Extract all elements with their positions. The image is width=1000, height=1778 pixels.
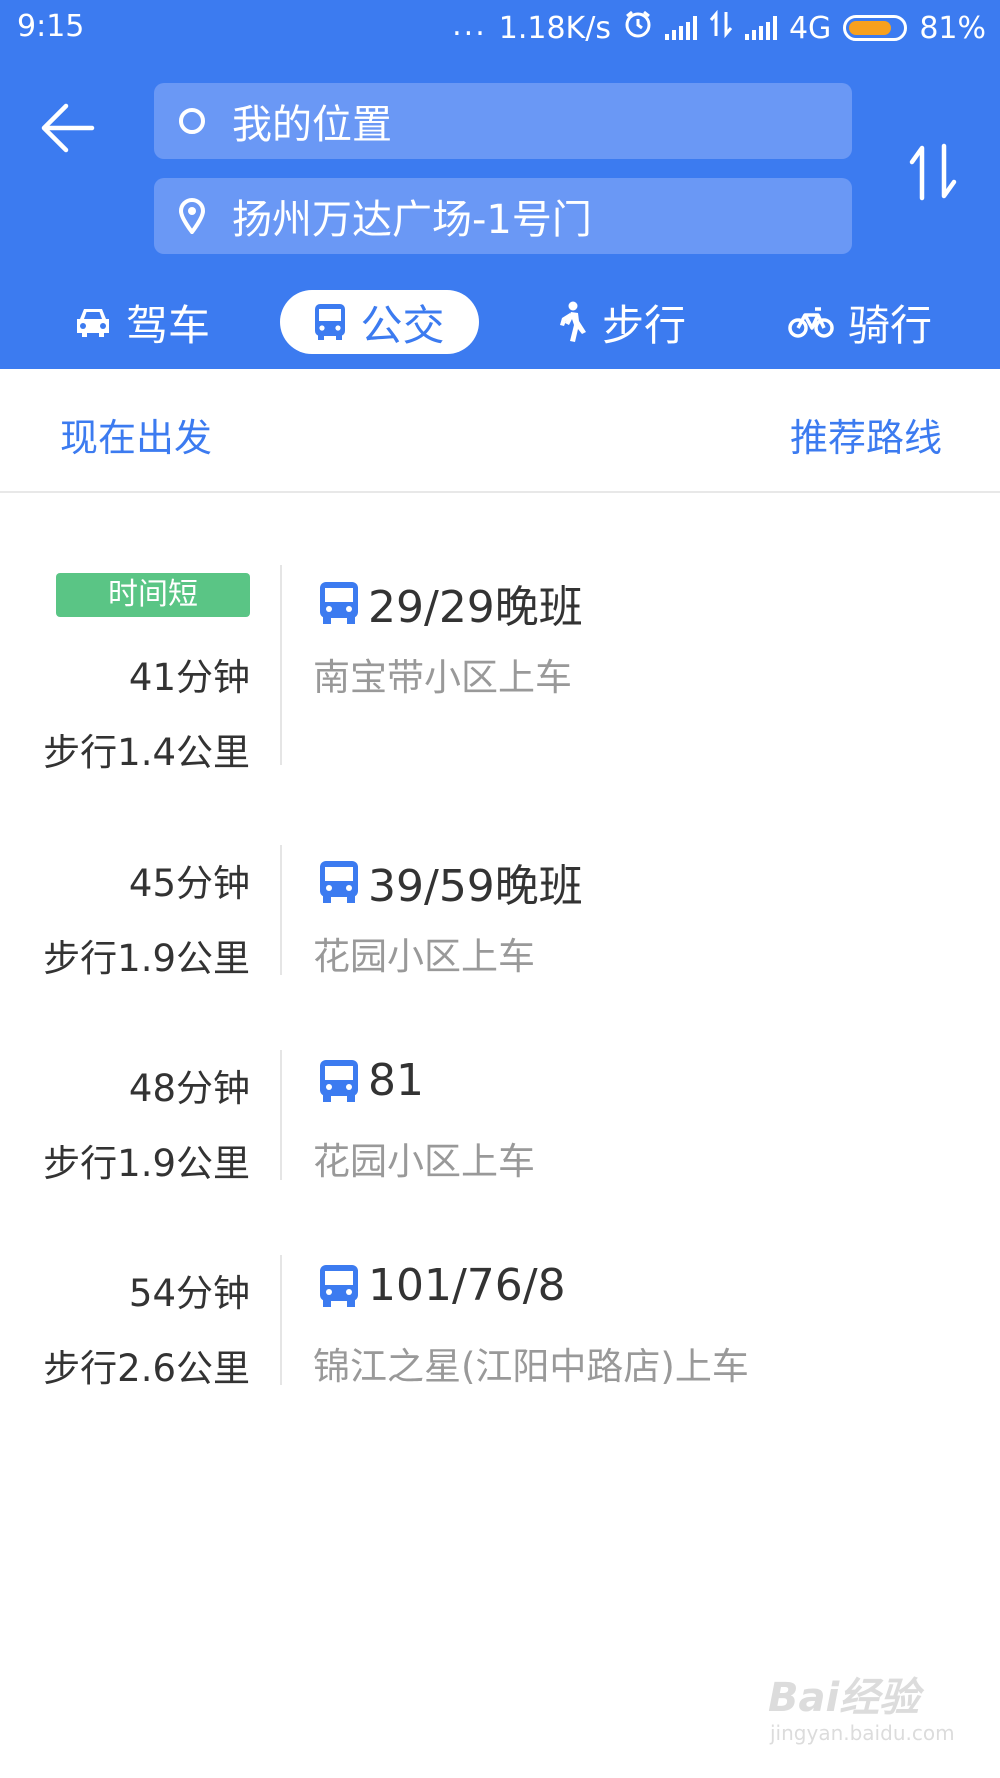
watermark-text: Bai经验 xyxy=(768,1675,920,1721)
walk-icon xyxy=(556,301,588,343)
header: 9:15 ... 1.18K/s 4G 81% 我的位置 扬州万达广场-1号门 … xyxy=(0,0,1000,369)
status-bar: 9:15 ... 1.18K/s 4G 81% xyxy=(0,0,1000,56)
origin-dot-icon xyxy=(176,105,208,137)
signal-icon xyxy=(664,16,697,40)
alarm-icon xyxy=(623,9,653,47)
more-dots-icon: ... xyxy=(452,7,487,43)
bus-line-number: 39/59晚班 xyxy=(368,861,583,912)
route-item-4[interactable]: 54分钟 步行2.6公里 101/76/8 锦江之星(江阳中路店)上车 xyxy=(0,1255,1000,1390)
divider xyxy=(280,845,282,975)
watermark-url: jingyan.baidu.com xyxy=(770,1721,955,1745)
network-type: 4G xyxy=(788,10,832,46)
data-transfer-icon xyxy=(709,9,733,46)
tab-bus[interactable]: 公交 xyxy=(280,290,479,354)
divider xyxy=(280,565,282,765)
battery-fill xyxy=(849,21,892,35)
fastest-badge: 时间短 xyxy=(56,573,250,617)
depart-time-button[interactable]: 现在出发 xyxy=(60,407,212,462)
route-summary: 时间短 41分钟 步行1.4公里 xyxy=(0,565,250,774)
status-right: ... 1.18K/s 4G 81% xyxy=(452,7,986,47)
tab-bike-label: 骑行 xyxy=(848,300,933,350)
swap-arrows-icon xyxy=(909,143,957,201)
tab-drive[interactable]: 驾车 xyxy=(74,290,210,354)
signal-icon-2 xyxy=(744,16,777,40)
bike-icon xyxy=(788,305,834,339)
tab-bus-label: 公交 xyxy=(360,300,445,350)
origin-field[interactable]: 我的位置 xyxy=(154,83,852,159)
bus-icon xyxy=(314,303,346,341)
route-summary: 48分钟 步行1.9公里 xyxy=(0,1050,250,1185)
location-pin-icon xyxy=(176,198,208,234)
boarding-stop: 花园小区上车 xyxy=(313,935,535,978)
baidu-jingyan-watermark: Bai经验 jingyan.baidu.com xyxy=(768,1665,955,1745)
bus-line: 101/76/8 xyxy=(318,1260,566,1311)
bus-line: 39/59晚班 xyxy=(318,850,583,914)
options-bar: 现在出发 推荐路线 xyxy=(0,369,1000,493)
tab-walk[interactable]: 步行 xyxy=(556,290,686,354)
bus-line-number: 29/29晚班 xyxy=(368,582,583,633)
bus-icon xyxy=(320,1264,358,1307)
battery-percent: 81% xyxy=(919,10,986,46)
route-duration: 41分钟 xyxy=(128,656,250,699)
mode-tabs: 驾车 公交 步行 骑行 xyxy=(0,290,1000,354)
route-duration: 48分钟 xyxy=(128,1067,250,1110)
destination-text: 扬州万达广场-1号门 xyxy=(232,197,592,243)
route-duration: 54分钟 xyxy=(128,1272,250,1315)
bus-icon xyxy=(320,861,358,903)
origin-text: 我的位置 xyxy=(232,102,392,148)
route-item-2[interactable]: 45分钟 步行1.9公里 39/59晚班 花园小区上车 xyxy=(0,845,1000,980)
route-summary: 54分钟 步行2.6公里 xyxy=(0,1255,250,1390)
bus-line: 81 xyxy=(318,1055,424,1106)
back-button[interactable] xyxy=(38,100,98,156)
divider xyxy=(280,1050,282,1180)
bus-line-number: 81 xyxy=(368,1055,424,1106)
bus-icon xyxy=(320,1059,358,1102)
tab-walk-label: 步行 xyxy=(602,300,687,350)
route-duration: 45分钟 xyxy=(128,862,250,905)
divider xyxy=(280,1255,282,1385)
car-icon xyxy=(74,305,112,339)
bus-line: 29/29晚班 xyxy=(318,571,583,635)
status-time: 9:15 xyxy=(17,9,85,44)
route-walk-distance: 步行1.9公里 xyxy=(43,1142,250,1185)
destination-field[interactable]: 扬州万达广场-1号门 xyxy=(154,178,852,254)
route-walk-distance: 步行1.4公里 xyxy=(43,731,250,774)
battery-icon xyxy=(843,15,908,41)
network-speed: 1.18K/s xyxy=(498,10,611,46)
arrow-left-icon xyxy=(41,103,95,153)
boarding-stop: 花园小区上车 xyxy=(313,1140,535,1183)
boarding-stop: 南宝带小区上车 xyxy=(313,656,572,699)
bus-line-number: 101/76/8 xyxy=(368,1260,566,1311)
route-preference-button[interactable]: 推荐路线 xyxy=(790,407,942,462)
tab-drive-label: 驾车 xyxy=(126,300,211,350)
route-item-3[interactable]: 48分钟 步行1.9公里 81 花园小区上车 xyxy=(0,1050,1000,1185)
bus-icon xyxy=(320,582,358,624)
boarding-stop: 锦江之星(江阳中路店)上车 xyxy=(313,1345,749,1388)
route-summary: 45分钟 步行1.9公里 xyxy=(0,845,250,980)
route-walk-distance: 步行1.9公里 xyxy=(43,937,250,980)
route-item-1[interactable]: 时间短 41分钟 步行1.4公里 29/29晚班 南宝带小区上车 xyxy=(0,565,1000,774)
route-walk-distance: 步行2.6公里 xyxy=(43,1347,250,1390)
tab-bike[interactable]: 骑行 xyxy=(788,290,932,354)
swap-button[interactable] xyxy=(904,140,964,204)
